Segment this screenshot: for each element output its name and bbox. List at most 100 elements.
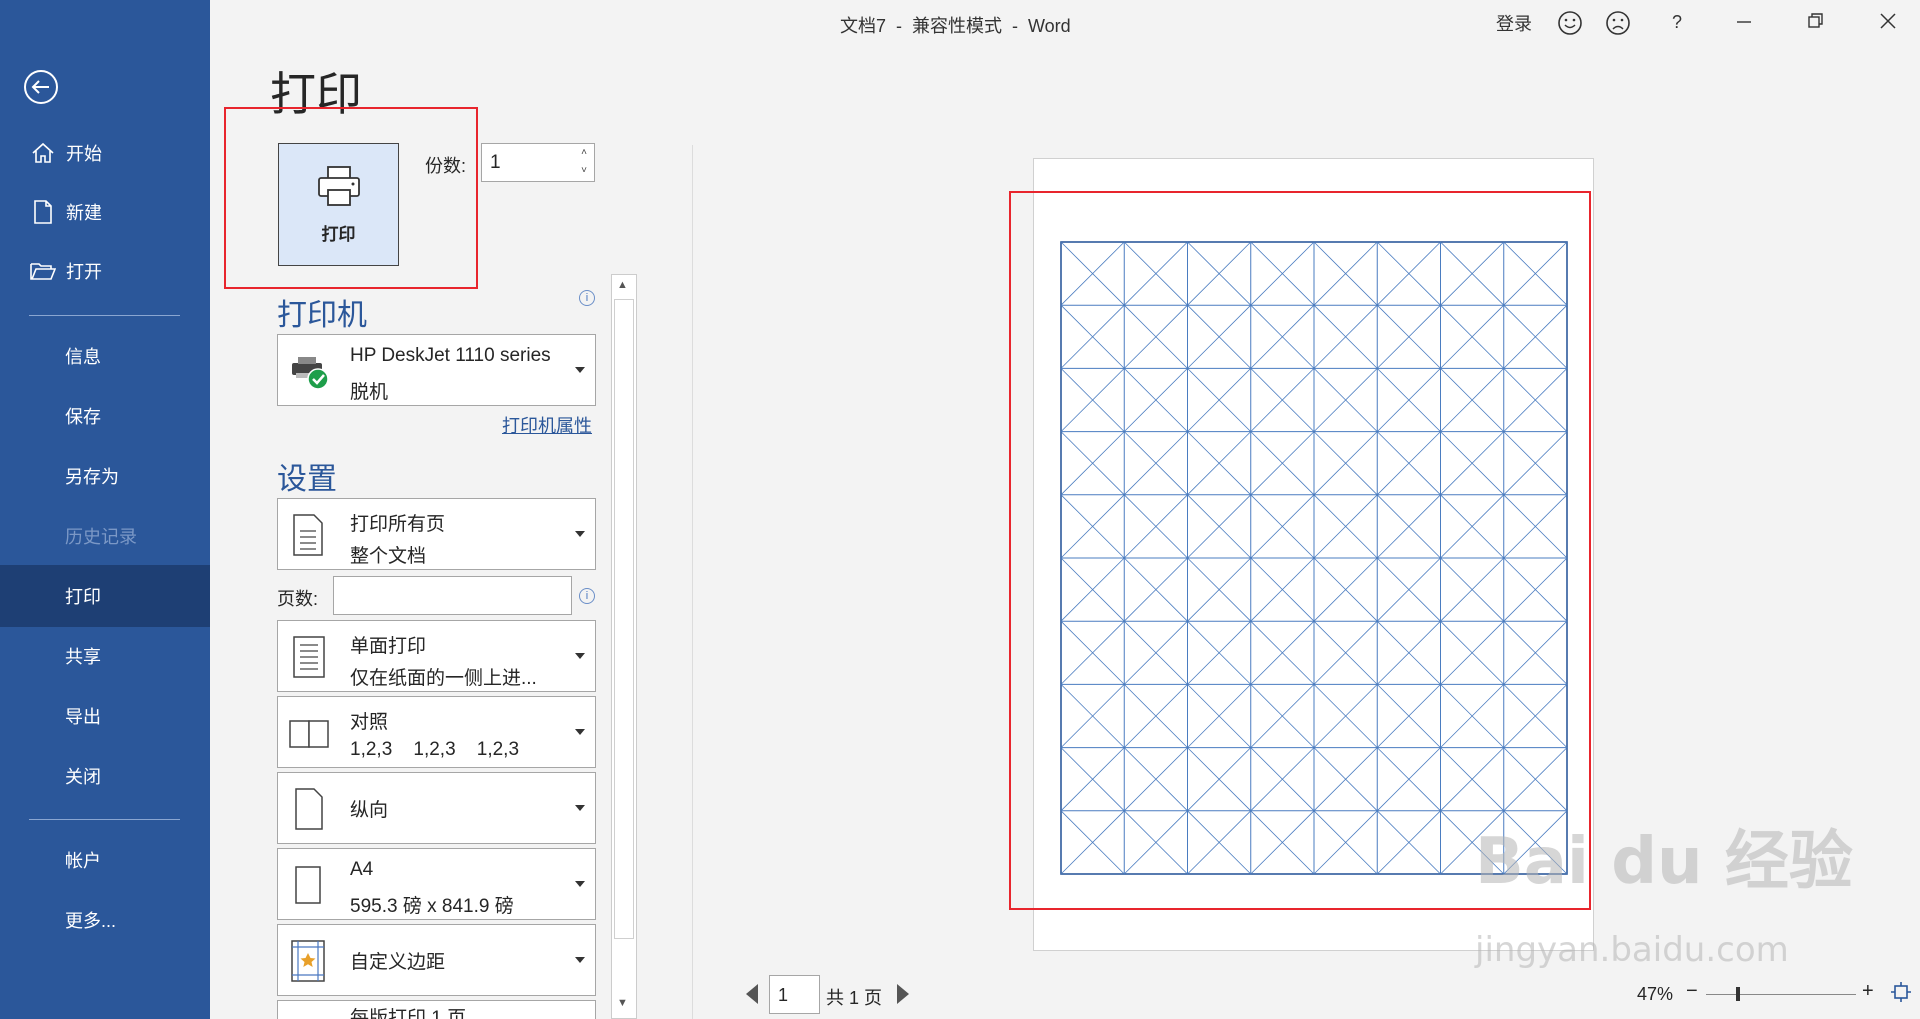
scroll-down-icon[interactable]: ▼ [617, 997, 628, 1009]
chevron-down-icon [575, 729, 585, 735]
chevron-down-icon [575, 653, 585, 659]
printer-icon [316, 165, 362, 212]
printer-name: HP DeskJet 1110 series [350, 345, 551, 366]
close-icon[interactable] [1878, 11, 1898, 36]
info-icon[interactable]: i [579, 588, 595, 604]
sidebar-item-account[interactable]: 帐户 [0, 832, 210, 888]
sidebar-item-more[interactable]: 更多... [0, 892, 210, 948]
paper-size-icon [288, 863, 328, 907]
settings-section-title: 设置 [277, 463, 337, 496]
dropdown-secondary: 仅在纸面的一侧上进... [350, 668, 537, 689]
print-button-label: 打印 [321, 224, 356, 244]
portrait-icon [288, 787, 328, 831]
dropdown-primary: 单面打印 [350, 636, 427, 657]
zoom-slider[interactable] [1706, 994, 1856, 995]
settings-scrollbar[interactable]: ▲ ▼ [611, 274, 637, 1019]
sidebar-item-print[interactable]: 打印 [0, 565, 210, 627]
sidebar-item-label: 保存 [65, 407, 101, 427]
collate-icon [288, 711, 329, 755]
sidebar-item-label: 打开 [66, 262, 102, 282]
sidebar-item-label: 帐户 [65, 851, 101, 871]
next-page-icon[interactable] [897, 984, 909, 1004]
sidebar-item-save[interactable]: 保存 [0, 388, 210, 444]
scroll-up-icon[interactable]: ▲ [617, 279, 628, 291]
pages-input[interactable] [333, 576, 572, 615]
back-arrow-icon[interactable] [24, 70, 58, 104]
zoom-to-page-icon[interactable] [1890, 981, 1912, 1003]
sidebar-item-new[interactable]: 新建 [0, 184, 210, 240]
margins-icon [288, 939, 328, 983]
sidebar-item-label: 历史记录 [65, 527, 137, 547]
help-icon[interactable]: ? [1672, 12, 1682, 33]
watermark-url: jingyan.baidu.com [1475, 930, 1789, 970]
dropdown-primary: 纵向 [350, 800, 389, 821]
signin-link[interactable]: 登录 [1496, 10, 1532, 36]
one-sided-icon [288, 635, 328, 679]
dropdown-secondary: 整个文档 [350, 546, 427, 567]
orientation-dropdown[interactable]: 纵向 [277, 772, 596, 844]
dropdown-primary: 自定义边距 [350, 952, 446, 973]
preview-divider [692, 145, 693, 1019]
character-grid [1060, 241, 1568, 875]
minimize-icon[interactable] [1735, 12, 1753, 35]
printer-status: 脱机 [350, 382, 389, 403]
sidebar-item-info[interactable]: 信息 [0, 328, 210, 384]
restore-icon[interactable] [1807, 12, 1825, 35]
collate-dropdown[interactable]: 对照 1,2,3 1,2,3 1,2,3 [277, 696, 596, 768]
spin-down-icon[interactable]: ˅ [578, 164, 590, 178]
printer-section-title: 打印机 [277, 299, 367, 332]
sidebar-item-label: 新建 [66, 203, 102, 223]
pages-per-sheet-dropdown[interactable]: 每版打印 1 页 [277, 1000, 596, 1019]
sidebar-item-export[interactable]: 导出 [0, 688, 210, 744]
previous-page-icon[interactable] [746, 984, 758, 1004]
zoom-level[interactable]: 47% [1637, 984, 1673, 1005]
title-bar: 文档7 - 兼容性模式 - Word 登录 ? [210, 0, 1920, 46]
info-icon[interactable]: i [579, 290, 595, 306]
copies-input[interactable]: 1 ˄ ˅ [481, 143, 595, 182]
sidebar-item-label: 关闭 [65, 767, 101, 787]
pages-icon [288, 513, 328, 557]
sides-dropdown[interactable]: 单面打印 仅在纸面的一侧上进... [277, 620, 596, 692]
sidebar-item-history: 历史记录 [0, 508, 210, 564]
frown-icon[interactable] [1605, 10, 1631, 41]
smile-icon[interactable] [1557, 10, 1583, 41]
watermark-logo: Bai du 经验 [1475, 825, 1853, 899]
margins-dropdown[interactable]: 自定义边距 [277, 924, 596, 996]
sidebar-item-label: 打印 [65, 587, 101, 607]
copies-value: 1 [490, 152, 501, 173]
page-title: 打印 [270, 67, 362, 121]
sidebar-divider [29, 315, 180, 316]
printer-status-icon [288, 349, 329, 393]
scrollbar-thumb[interactable] [614, 299, 634, 939]
printer-dropdown[interactable]: HP DeskJet 1110 series 脱机 [277, 334, 596, 406]
dropdown-secondary: 1,2,3 1,2,3 1,2,3 [350, 739, 520, 760]
zoom-in-icon[interactable]: + [1862, 980, 1874, 1003]
print-button[interactable]: 打印 [278, 143, 399, 266]
dropdown-primary: 每版打印 1 页 [350, 1008, 467, 1019]
page-number-value: 1 [778, 985, 789, 1005]
sidebar-item-share[interactable]: 共享 [0, 628, 210, 684]
printer-properties-link[interactable]: 打印机属性 [502, 412, 592, 438]
sidebar-item-label: 共享 [65, 647, 101, 667]
chevron-down-icon [575, 805, 585, 811]
sidebar-divider [29, 819, 180, 820]
dropdown-primary: A4 [350, 859, 374, 880]
backstage-sidebar: 开始 新建 打开 信息 保存 另存为 历史记录 打印 共享 导出 关闭 帐户 更… [0, 0, 210, 1019]
sidebar-item-home[interactable]: 开始 [0, 125, 210, 181]
sidebar-item-open[interactable]: 打开 [0, 243, 210, 299]
home-icon [28, 142, 58, 164]
sidebar-item-label: 信息 [65, 347, 101, 367]
print-range-dropdown[interactable]: 打印所有页 整个文档 [277, 498, 596, 570]
sidebar-item-close[interactable]: 关闭 [0, 748, 210, 804]
spin-up-icon[interactable]: ˄ [578, 146, 590, 160]
chevron-down-icon [575, 957, 585, 963]
sidebar-item-save-as[interactable]: 另存为 [0, 448, 210, 504]
page-count: 共 1 页 [826, 988, 883, 1008]
page-number-input[interactable]: 1 [769, 975, 820, 1014]
new-document-icon [28, 200, 58, 224]
paper-size-dropdown[interactable]: A4 595.3 磅 x 841.9 磅 [277, 848, 596, 920]
window-title: 文档7 - 兼容性模式 - Word [840, 16, 1071, 36]
dropdown-primary: 打印所有页 [350, 514, 446, 535]
zoom-slider-thumb[interactable] [1736, 987, 1740, 1001]
zoom-out-icon[interactable]: − [1686, 980, 1698, 1003]
